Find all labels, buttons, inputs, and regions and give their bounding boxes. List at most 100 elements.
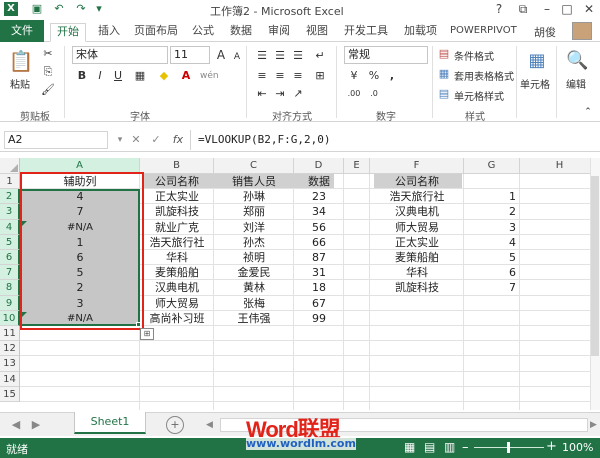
cell-a-2[interactable]: 4 <box>20 189 140 204</box>
align-middle-icon[interactable]: ☰ <box>272 48 288 64</box>
cell-d-6[interactable]: 87 <box>294 250 344 265</box>
maximize-button[interactable]: □ <box>556 0 578 18</box>
cell-g-1[interactable] <box>464 174 520 189</box>
add-sheet-icon[interactable]: + <box>166 416 184 434</box>
cell-d-5[interactable]: 66 <box>294 235 344 250</box>
zoom-level[interactable]: 100% <box>562 441 593 454</box>
zoom-slider-thumb[interactable] <box>507 442 510 453</box>
currency-icon[interactable]: ¥ <box>346 68 362 84</box>
increase-font-icon[interactable]: A <box>213 47 229 63</box>
row-header-4[interactable]: 4 <box>0 219 20 235</box>
phonetic-icon[interactable]: wén <box>200 68 219 84</box>
row-header-14[interactable]: 14 <box>0 371 20 387</box>
align-left-icon[interactable]: ≡ <box>254 68 270 84</box>
font-name-select[interactable]: 宋体 <box>72 46 168 64</box>
editing-button[interactable]: 编辑 <box>566 76 586 91</box>
paste-icon[interactable]: 📋 <box>8 48 34 74</box>
ribbon-display-button[interactable]: ⧉ <box>512 0 534 18</box>
customize-quick-access-icon[interactable]: ▾ <box>92 2 106 16</box>
row-header-6[interactable]: 6 <box>0 250 20 266</box>
row-header-5[interactable]: 5 <box>0 234 20 250</box>
tab-insert[interactable]: 插入 <box>92 23 126 41</box>
cell-c-1[interactable]: 销售人员 <box>214 174 294 189</box>
row-header-11[interactable]: 11 <box>0 326 20 342</box>
row-header-15[interactable]: 15 <box>0 386 20 402</box>
cell-b-2[interactable]: 正太实业 <box>140 189 214 204</box>
hscroll-right-icon[interactable]: ▶ <box>590 420 597 430</box>
cells-icon[interactable]: ▦ <box>526 50 548 72</box>
next-sheet-icon[interactable]: ▶ <box>28 417 44 433</box>
cell-f-6[interactable]: 麦策船舶 <box>370 250 464 265</box>
column-header-h[interactable]: H <box>520 158 600 174</box>
cell-g-7[interactable]: 6 <box>464 265 520 280</box>
cell-f-7[interactable]: 华科 <box>370 265 464 280</box>
zoom-out-icon[interactable]: – <box>462 440 469 455</box>
tab-home[interactable]: 开始 <box>50 23 86 42</box>
tab-addins[interactable]: 加载项 <box>398 23 443 41</box>
name-box[interactable]: A2 <box>4 131 108 149</box>
cell-d-1[interactable]: 数据 <box>294 174 344 189</box>
cell-b-6[interactable]: 华科 <box>140 250 214 265</box>
cell-c-8[interactable]: 黄林 <box>214 280 294 295</box>
cell-c-5[interactable]: 孙杰 <box>214 235 294 250</box>
cell-c-7[interactable]: 金爱民 <box>214 265 294 280</box>
tab-formulas[interactable]: 公式 <box>186 23 220 41</box>
cut-icon[interactable]: ✂ <box>40 46 56 62</box>
format-table-button[interactable]: 套用表格格式 <box>454 68 514 83</box>
row-header-10[interactable]: 10 <box>0 310 20 326</box>
format-painter-icon[interactable]: 🖌 <box>40 82 56 98</box>
column-header-g[interactable]: G <box>464 158 520 174</box>
fill-color-icon[interactable]: ◆ <box>156 68 172 84</box>
user-name[interactable]: 胡俊 <box>534 24 556 40</box>
cell-f-1[interactable]: 公司名称 <box>370 174 464 189</box>
row-header-8[interactable]: 8 <box>0 280 20 296</box>
cell-a-5[interactable]: 1 <box>20 235 140 250</box>
cell-c-2[interactable]: 孙琳 <box>214 189 294 204</box>
cell-c-3[interactable]: 郑丽 <box>214 204 294 219</box>
name-box-dropdown-icon[interactable]: ▾ <box>112 132 128 148</box>
cell-b-8[interactable]: 汉典电机 <box>140 280 214 295</box>
tab-page-layout[interactable]: 页面布局 <box>128 23 184 41</box>
tab-data[interactable]: 数据 <box>224 23 258 41</box>
row-header-12[interactable]: 12 <box>0 341 20 357</box>
formula-input[interactable]: =VLOOKUP(B2,F:G,2,0) <box>198 133 330 146</box>
bold-icon[interactable]: B <box>74 68 90 84</box>
cell-f-8[interactable]: 凯旋科技 <box>370 280 464 295</box>
zoom-in-icon[interactable]: + <box>546 439 557 454</box>
page-break-view-icon[interactable]: ▥ <box>444 440 455 454</box>
cell-g-6[interactable]: 5 <box>464 250 520 265</box>
tab-file[interactable]: 文件 <box>0 20 44 42</box>
column-header-d[interactable]: D <box>294 158 344 174</box>
cell-c-6[interactable]: 祯明 <box>214 250 294 265</box>
cell-b-9[interactable]: 师大贸易 <box>140 296 214 311</box>
cell-styles-icon[interactable]: ▤ <box>436 86 452 102</box>
number-format-select[interactable]: 常规 <box>344 46 428 64</box>
cell-d-3[interactable]: 34 <box>294 204 344 219</box>
copy-icon[interactable]: ⎘ <box>40 64 56 80</box>
font-color-icon[interactable]: A <box>178 68 194 84</box>
merge-center-icon[interactable]: ⊞ <box>312 68 328 84</box>
cell-a-7[interactable]: 5 <box>20 265 140 280</box>
percent-icon[interactable]: % <box>366 68 382 84</box>
cell-f-3[interactable]: 汉典电机 <box>370 204 464 219</box>
quick-analysis-icon[interactable]: ⊞ <box>140 328 154 340</box>
help-button[interactable]: ? <box>488 0 510 18</box>
column-header-c[interactable]: C <box>214 158 294 174</box>
wrap-text-icon[interactable]: ↵ <box>312 48 328 64</box>
increase-decimal-icon[interactable]: .00 <box>346 86 362 102</box>
format-table-icon[interactable]: ▦ <box>436 66 452 82</box>
cell-c-9[interactable]: 张梅 <box>214 296 294 311</box>
cell-d-4[interactable]: 56 <box>294 220 344 235</box>
tab-review[interactable]: 审阅 <box>262 23 296 41</box>
cell-g-2[interactable]: 1 <box>464 189 520 204</box>
decrease-font-icon[interactable]: A <box>229 49 245 65</box>
cancel-icon[interactable]: ✕ <box>128 132 144 148</box>
italic-icon[interactable]: I <box>92 68 108 84</box>
cell-d-9[interactable]: 67 <box>294 296 344 311</box>
normal-view-icon[interactable]: ▦ <box>404 440 415 454</box>
cell-c-4[interactable]: 刘洋 <box>214 220 294 235</box>
align-bottom-icon[interactable]: ☰ <box>290 48 306 64</box>
row-header-13[interactable]: 13 <box>0 356 20 372</box>
row-header-2[interactable]: 2 <box>0 189 20 205</box>
cell-a-1[interactable]: 辅助列 <box>20 174 140 189</box>
